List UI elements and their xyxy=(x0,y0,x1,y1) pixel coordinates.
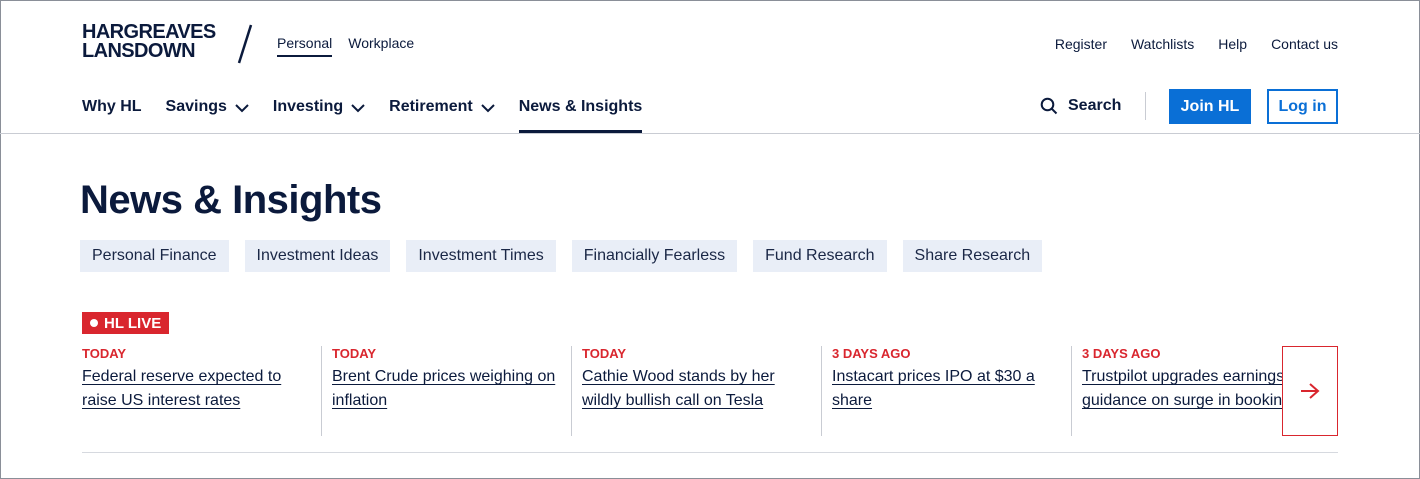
news-headline-link[interactable]: Cathie Wood stands by her wildly bullish… xyxy=(582,368,775,409)
chevron-down-icon xyxy=(481,104,495,113)
nav-news-insights[interactable]: News & Insights xyxy=(518,96,643,133)
search-label: Search xyxy=(1068,97,1122,114)
chip-financially-fearless[interactable]: Financially Fearless xyxy=(571,240,738,272)
hl-live-badge: HL LIVE xyxy=(82,312,170,334)
chip-personal-finance[interactable]: Personal Finance xyxy=(80,240,229,272)
news-item: TODAY Federal reserve expected to raise … xyxy=(82,346,322,436)
nav-why-hl[interactable]: Why HL xyxy=(82,96,142,133)
nav-news-insights-label: News & Insights xyxy=(518,98,643,115)
news-headline-link[interactable]: Brent Crude prices weighing on inflation xyxy=(332,368,555,409)
tab-workplace[interactable]: Workplace xyxy=(348,35,414,57)
join-hl-button[interactable]: Join HL xyxy=(1169,89,1251,124)
nav-why-hl-label: Why HL xyxy=(82,98,142,115)
section-divider xyxy=(82,452,1338,453)
news-time: TODAY xyxy=(582,346,627,361)
news-time: TODAY xyxy=(332,346,377,361)
live-dot-icon xyxy=(90,319,98,327)
next-news-button[interactable] xyxy=(1282,346,1338,436)
news-time: 3 DAYS AGO xyxy=(1082,346,1161,361)
chip-fund-research[interactable]: Fund Research xyxy=(753,240,887,272)
register-link[interactable]: Register xyxy=(1055,36,1107,52)
nav-investing[interactable]: Investing xyxy=(273,96,365,133)
brand-line-2: LANSDOWN xyxy=(82,40,196,62)
chip-investment-times[interactable]: Investment Times xyxy=(406,240,556,272)
hl-live-label: HL LIVE xyxy=(104,314,162,332)
search-icon xyxy=(1040,97,1058,115)
help-link[interactable]: Help xyxy=(1218,36,1247,52)
watchlists-link[interactable]: Watchlists xyxy=(1131,36,1194,52)
news-item: TODAY Cathie Wood stands by her wildly b… xyxy=(582,346,822,436)
news-item: TODAY Brent Crude prices weighing on inf… xyxy=(332,346,572,436)
nav-investing-label: Investing xyxy=(272,98,344,115)
news-headline-link[interactable]: Instacart prices IPO at $30 a share xyxy=(832,368,1035,409)
arrow-right-icon xyxy=(1301,383,1320,399)
chip-share-research[interactable]: Share Research xyxy=(902,240,1043,272)
logo-slash-icon xyxy=(237,24,253,64)
news-headline-link[interactable]: Trustpilot upgrades earnings guidance on… xyxy=(1082,368,1299,409)
chip-investment-ideas[interactable]: Investment Ideas xyxy=(244,240,391,272)
utility-links: Register Watchlists Help Contact us xyxy=(1055,36,1338,52)
audience-tabs: Personal Workplace xyxy=(277,35,414,57)
news-time: 3 DAYS AGO xyxy=(832,346,911,361)
news-item: 3 DAYS AGO Instacart prices IPO at $30 a… xyxy=(832,346,1072,436)
page-title: News & Insights xyxy=(80,178,382,222)
log-in-button[interactable]: Log in xyxy=(1267,89,1338,124)
chevron-down-icon xyxy=(351,104,365,113)
nav-savings[interactable]: Savings xyxy=(166,96,249,133)
main-nav: Why HL Savings Investing Retirement News… xyxy=(82,96,643,133)
tab-personal[interactable]: Personal xyxy=(277,35,333,57)
header-divider xyxy=(1145,92,1146,120)
site-header: HARGREAVES LANSDOWN Personal Workplace R… xyxy=(0,0,1420,134)
news-headline-link[interactable]: Federal reserve expected to raise US int… xyxy=(82,368,281,409)
nav-retirement[interactable]: Retirement xyxy=(389,96,495,133)
news-time: TODAY xyxy=(82,346,127,361)
brand-logo[interactable]: HARGREAVES LANSDOWN xyxy=(82,22,216,62)
nav-retirement-label: Retirement xyxy=(389,98,473,115)
category-chips: Personal Finance Investment Ideas Invest… xyxy=(80,240,1043,272)
nav-savings-label: Savings xyxy=(165,98,227,115)
chevron-down-icon xyxy=(235,104,249,113)
contact-us-link[interactable]: Contact us xyxy=(1271,36,1338,52)
live-news-strip: TODAY Federal reserve expected to raise … xyxy=(82,346,1338,436)
search-button[interactable]: Search xyxy=(1040,97,1121,115)
